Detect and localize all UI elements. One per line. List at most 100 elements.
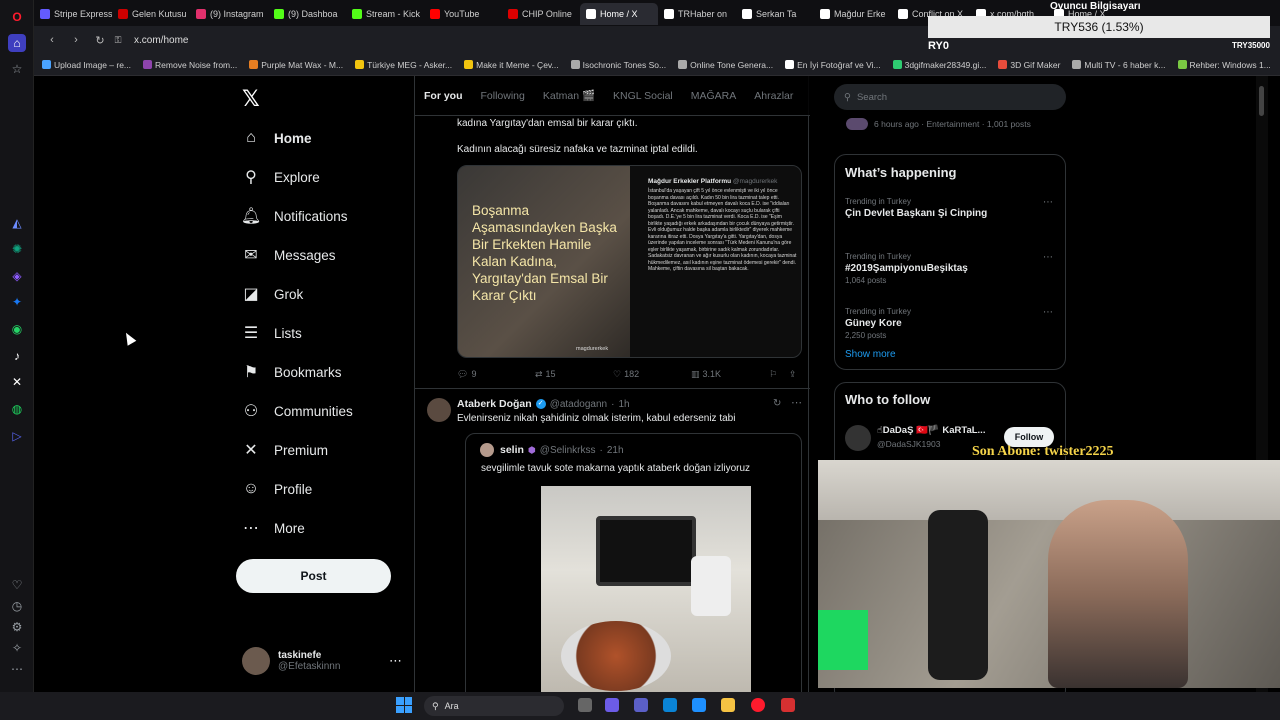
nav-item-profile[interactable]: ☺ Profile [242,471,312,507]
player-icon[interactable]: ▷ [8,427,26,445]
more-icon[interactable]: ⋯ [1043,307,1053,318]
cs-icon[interactable]: ◈ [8,267,26,285]
teams-icon[interactable] [634,698,648,712]
post-button[interactable]: Post [236,559,391,593]
trend-item[interactable]: Trending in Turkey Güney Kore 2,250 posts ⋯ [845,307,1057,340]
bookmark-item[interactable]: 3D Gif Maker [998,60,1060,70]
bookmark-item[interactable]: Online Tone Genera... [678,60,773,70]
views-button[interactable]: ▥ 3.1K [691,369,769,380]
windows-start-icon[interactable] [396,697,412,713]
repost-button[interactable]: ⇄ 15 [535,369,613,380]
more-icon[interactable]: ⋯ [1043,197,1053,208]
url-field[interactable]: x.com/home [134,35,188,46]
avatar[interactable] [427,398,451,422]
browser-tab[interactable]: Stream - Kick [346,3,424,25]
tweet-time[interactable]: 1h [618,399,629,410]
timeline-tab[interactable]: MAĞARA [682,90,746,102]
avatar[interactable] [845,425,871,451]
browser-tab[interactable]: Stripe Express [34,3,112,25]
bookmark-item[interactable]: Türkiye MEG - Asker... [355,60,452,70]
bookmark-item[interactable]: Rehber: Windows 1... [1177,60,1271,70]
share-button[interactable]: ⇪ [789,369,797,380]
opera-icon[interactable] [751,698,765,712]
browser-tab[interactable]: TRHaber on [658,3,736,25]
nav-item-bookmarks[interactable]: ⚑ Bookmarks [242,354,342,390]
reply-button[interactable]: 💬︎ 9 [457,369,535,380]
nav-item-communities[interactable]: ⚇ Communities [242,393,353,429]
forward-icon[interactable]: › [64,34,88,46]
timeline-tab[interactable]: Following [472,90,534,102]
app-icon[interactable] [781,698,795,712]
browser-tab[interactable]: (9) Dashboa [268,3,346,25]
bookmark-item[interactable]: Multi TV - 6 haber k... [1072,60,1166,70]
settings-icon[interactable]: ⚙ [8,618,26,636]
timeline-tab[interactable]: KNGL Social [604,90,682,102]
show-more-link[interactable]: Show more [845,349,896,360]
bookmark-button[interactable]: ⚐ [769,369,789,380]
browser-tab[interactable]: Serkan Ta [736,3,814,25]
nav-item-explore[interactable]: ⚲ Explore [242,159,320,195]
reload-icon[interactable]: ↻ [88,34,112,47]
scrollbar-thumb[interactable] [1259,86,1264,116]
like-button[interactable]: ♡ 182 [613,369,691,380]
nav-item-home[interactable]: ⌂ Home [242,120,311,156]
more-icon[interactable]: ⋯ [389,653,402,669]
grok-icon[interactable]: ↻ [773,398,781,409]
chatgpt-icon[interactable]: ✺ [8,240,26,258]
browser-tab[interactable]: CHIP Online [502,3,580,25]
timeline-tab[interactable]: For you [415,90,472,102]
nav-item-lists[interactable]: ☰ Lists [242,315,302,351]
browser-tab[interactable]: Gelen Kutusu [112,3,190,25]
bookmark-item[interactable]: Upload Image – re... [42,60,131,70]
x-app-icon[interactable]: ✕ [8,373,26,391]
author-handle[interactable]: @atadogann [550,399,607,410]
suggestion-name[interactable]: ☝DaDaŞ 🇹🇷🏴 KaRTaL... [877,425,985,436]
explorer-icon[interactable] [721,698,735,712]
bookmark-item[interactable]: En İyi Fotoğraf ve Vi... [785,60,881,70]
tweet-media[interactable]: Boşanma Aşamasındayken Başka Bir Erkekte… [457,165,802,358]
account-switcher[interactable]: taskinefe @Efetaskinnn ⋯ [242,642,402,680]
timeline-tab[interactable]: Katman 🎬 [534,89,604,102]
nav-item-premium[interactable]: ✕ Premium [242,432,328,468]
back-icon[interactable]: ‹ [40,34,64,46]
spaces-row[interactable]: 6 hours ago · Entertainment · 1,001 post… [834,114,1066,134]
aria-icon[interactable]: ◭ [8,214,26,232]
pin-icon[interactable]: ☆ [8,60,26,78]
heart-icon[interactable]: ♡ [8,576,26,594]
site-info-icon[interactable]: ⚿ [112,35,124,46]
search-input[interactable]: ⚲ Search [834,84,1066,110]
browser-tab[interactable]: (9) Instagram [190,3,268,25]
more-icon[interactable]: ⋯ [791,396,802,409]
trend-item[interactable]: Trending in Turkey #2019ŞampiyonuBeşiktaş… [845,252,1057,285]
author-name[interactable]: Ataberk Doğan [457,398,532,410]
tiktok-icon[interactable]: ♪ [8,347,26,365]
edge-icon[interactable] [663,698,677,712]
browser-tab[interactable]: Mağdur Erke [814,3,892,25]
nav-item-notifications[interactable]: 🔔︎ Notifications [241,198,348,234]
timeline-tab[interactable]: Ahrazlar [745,90,802,102]
x-logo-icon[interactable]: 𝕏 [242,86,260,112]
nav-item-messages[interactable]: ✉ Messages [242,237,335,273]
store-icon[interactable] [692,698,706,712]
messenger-icon[interactable]: ✦ [8,293,26,311]
browser-tab[interactable]: Home / X [580,3,658,25]
bookmark-item[interactable]: Remove Noise from... [143,60,237,70]
more-icon[interactable]: ⋯ [8,660,26,678]
whatsapp-icon[interactable]: ◉ [8,320,26,338]
task-view-icon[interactable] [578,698,592,712]
bookmark-item[interactable]: Isochronic Tones So... [570,60,666,70]
copilot-icon[interactable] [605,698,619,712]
nav-item-grok[interactable]: ◪ Grok [242,276,303,312]
quoted-tweet[interactable]: selin ⬢ @Selinkrkss · 21h sevgilimle tav… [465,433,802,692]
lightbulb-icon[interactable]: ✧ [8,639,26,657]
bookmark-item[interactable]: 3dgifmaker28349.gi... [892,60,986,70]
browser-tab[interactable]: YouTube [424,3,502,25]
bookmark-item[interactable]: Make it Meme - Çev... [464,60,559,70]
opera-logo-icon[interactable]: O [8,8,26,26]
spotify-icon[interactable]: ◍ [8,400,26,418]
home-icon[interactable]: ⌂ [8,34,26,52]
quote-photo[interactable] [541,486,751,692]
taskbar-search[interactable]: ⚲ Ara [424,696,564,716]
nav-item-more[interactable]: ⋯ More [242,510,305,546]
trend-item[interactable]: Trending in Turkey Çin Devlet Başkanı Şi … [845,197,1057,221]
